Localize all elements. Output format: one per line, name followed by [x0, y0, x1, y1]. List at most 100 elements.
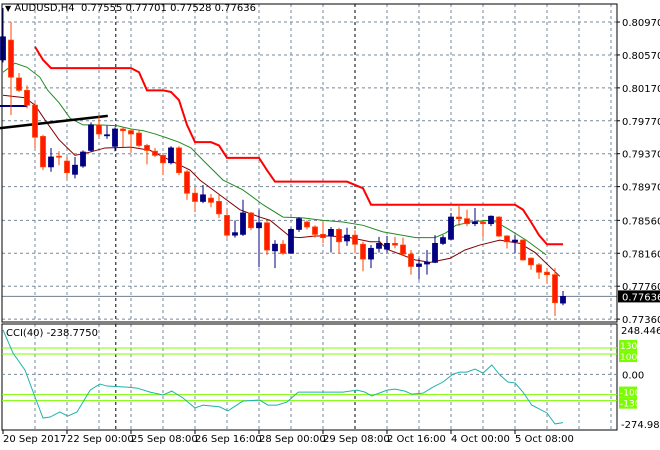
close-value: 0.77636 — [214, 3, 256, 14]
candle — [320, 222, 326, 244]
low-value: 0.77528 — [170, 3, 212, 14]
cci-min-label: -274.9807 — [621, 420, 660, 431]
candle-body — [408, 253, 414, 267]
candle-body — [256, 222, 262, 229]
candle — [432, 235, 438, 264]
candle — [272, 240, 278, 269]
price-tick-label: 0.79370 — [622, 150, 660, 161]
candle-body — [320, 233, 326, 239]
candle — [184, 170, 190, 200]
cci-level-label: 100 — [620, 353, 637, 363]
candle-body — [184, 171, 190, 194]
candle-body — [8, 39, 14, 78]
open-value: 0.77555 — [81, 3, 123, 14]
cci-zero-label: 0.00 — [622, 370, 644, 381]
candle-body — [72, 164, 78, 175]
candle-body — [312, 226, 318, 235]
main-panel-border — [1, 3, 618, 323]
candle-body — [200, 194, 206, 202]
candle — [96, 115, 102, 138]
candle — [32, 102, 38, 148]
candle-body — [352, 234, 358, 245]
candle-body — [552, 274, 558, 304]
candle-body — [144, 145, 150, 151]
candle — [80, 150, 86, 168]
candle-body — [208, 197, 214, 203]
candle-body — [360, 243, 366, 260]
candle — [264, 220, 270, 255]
candle — [344, 227, 350, 246]
candle-body — [504, 235, 510, 243]
candle — [176, 146, 182, 176]
cci-line — [2, 329, 564, 425]
cci-level-label: -130 — [620, 400, 641, 410]
candle — [472, 208, 478, 227]
candle — [552, 268, 558, 316]
time-label: 28 Sep 00:00 — [259, 434, 326, 445]
candle-body — [328, 229, 334, 237]
candle — [224, 209, 230, 238]
time-label: 4 Oct 00:00 — [451, 434, 510, 445]
price-chart[interactable]: 0.80970 0.80570 0.80170 0.79770 0.79370 0.789… — [0, 0, 660, 450]
candle-body — [520, 239, 526, 261]
candle — [232, 220, 238, 238]
candle-body — [472, 221, 478, 225]
candle-body — [272, 243, 278, 252]
candle-body — [64, 160, 70, 174]
candle-body — [224, 215, 230, 236]
triangle-down-icon[interactable]: ▼ — [5, 4, 11, 13]
candle-body — [480, 221, 486, 225]
candle — [296, 217, 302, 232]
candle — [280, 240, 286, 255]
candle-body — [136, 132, 142, 146]
time-label: 26 Sep 16:00 — [195, 434, 262, 445]
candle — [536, 263, 542, 279]
candle — [416, 258, 422, 280]
candle — [160, 152, 166, 176]
candle-body — [536, 264, 542, 273]
candle-body — [560, 296, 566, 304]
candle — [392, 236, 398, 249]
candle-body — [24, 89, 30, 106]
candle-body — [232, 232, 238, 236]
candle — [128, 129, 134, 153]
candle — [192, 187, 198, 213]
cci-label: CCI(40) -238.7750 — [6, 328, 98, 339]
candle-body — [0, 36, 6, 61]
candle — [544, 268, 550, 284]
price-tick-label: 0.78560 — [622, 216, 660, 227]
price-tick-label: 0.77360 — [622, 315, 660, 326]
candle-body — [512, 239, 518, 243]
candle-body — [456, 216, 462, 220]
candle-body — [120, 128, 126, 132]
candle-body — [344, 234, 350, 242]
candle — [240, 199, 246, 236]
candle-body — [392, 243, 398, 246]
candle-body — [280, 243, 286, 254]
time-label: 5 Oct 08:00 — [515, 434, 574, 445]
candle-body — [264, 222, 270, 251]
time-label: 2 Oct 16:00 — [387, 434, 446, 445]
candle-body — [288, 229, 294, 254]
candle-body — [16, 77, 22, 91]
candle-body — [112, 128, 118, 147]
candle-body — [368, 247, 374, 260]
candle-body — [416, 263, 422, 267]
candle — [24, 85, 30, 109]
cci-panel-border — [1, 323, 618, 431]
candle — [440, 235, 446, 246]
candle — [560, 291, 566, 306]
candle-body — [216, 201, 222, 215]
candle — [528, 257, 534, 270]
candle-body — [464, 218, 470, 225]
candle — [104, 125, 110, 139]
candle — [120, 127, 126, 148]
candle — [448, 212, 454, 241]
candle — [136, 130, 142, 148]
candle — [520, 239, 526, 261]
candle — [16, 73, 22, 92]
candle-body — [48, 156, 54, 168]
candle — [504, 235, 510, 249]
candle-body — [248, 212, 254, 229]
candle-body — [80, 151, 86, 167]
